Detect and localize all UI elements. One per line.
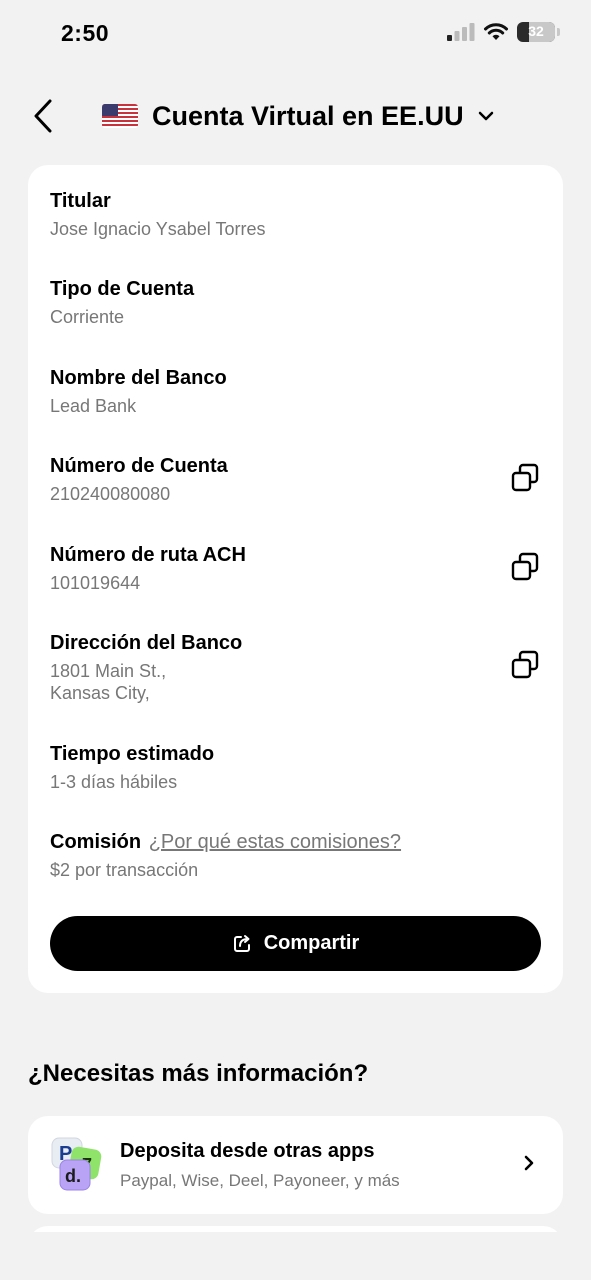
chevron-down-icon (478, 111, 493, 121)
field-label: Número de ruta ACH (50, 544, 246, 566)
field-value: 210240080080 (50, 484, 171, 504)
field-value: 1-3 días hábiles (50, 772, 178, 792)
battery-percentage: 32 (528, 23, 544, 39)
field-value: Corriente (50, 307, 125, 327)
chevron-right-icon (524, 1155, 534, 1171)
logo-letter: d. (65, 1166, 81, 1186)
commission-info-link[interactable]: ¿Por qué estas comisiones? (149, 831, 401, 853)
payment-apps-logo-icon: P 7 d. (51, 1137, 102, 1191)
share-icon (233, 934, 250, 952)
account-details-card: Titular Jose Ignacio Ysabel Torres Tipo … (28, 165, 563, 993)
battery-icon: 32 (517, 22, 560, 42)
field-label: Comisión ¿Por qué estas comisiones? (50, 829, 540, 855)
field-label: Dirección del Banco (50, 632, 243, 654)
back-button[interactable] (26, 96, 60, 136)
status-icons: 32 (447, 22, 560, 42)
copy-icon[interactable] (510, 650, 540, 680)
field-value: Jose Ignacio Ysabel Torres (50, 219, 266, 239)
field-value: 101019644 (50, 573, 141, 593)
field-label: Tiempo estimado (50, 743, 215, 765)
apps-item-title: Deposita desde otras apps (120, 1140, 375, 1162)
share-button[interactable]: Compartir (50, 916, 541, 971)
field-estimated-time: Tiempo estimado 1-3 días hábiles (50, 741, 540, 793)
field-value: Lead Bank (50, 396, 137, 416)
signal-icon (447, 23, 475, 41)
field-bank-name: Nombre del Banco Lead Bank (50, 365, 540, 417)
deposit-other-apps-item[interactable]: P 7 d. Deposita desde otras apps Paypal,… (28, 1116, 563, 1214)
field-label: Nombre del Banco (50, 367, 227, 389)
bottom-fade (0, 1232, 591, 1280)
page-title: Cuenta Virtual en EE.UU (152, 100, 464, 131)
field-ach-routing: Número de ruta ACH 101019644 (50, 542, 540, 594)
us-flag-icon (102, 104, 138, 128)
field-titular: Titular Jose Ignacio Ysabel Torres (50, 188, 540, 240)
status-time: 2:50 (61, 20, 110, 46)
header: Cuenta Virtual en EE.UU (0, 88, 591, 144)
field-label: Tipo de Cuenta (50, 278, 195, 300)
account-selector[interactable]: Cuenta Virtual en EE.UU (102, 96, 494, 136)
status-bar: 2:50 32 (0, 0, 591, 66)
field-label: Titular (50, 190, 111, 212)
chevron-left-icon (34, 99, 52, 133)
field-label: Número de Cuenta (50, 455, 228, 477)
field-account-type: Tipo de Cuenta Corriente (50, 276, 540, 328)
copy-icon[interactable] (510, 552, 540, 582)
copy-icon[interactable] (510, 463, 540, 493)
share-label: Compartir (263, 932, 360, 954)
field-bank-address: Dirección del Banco 1801 Main St., Kansa… (50, 630, 540, 704)
apps-item-subtitle: Paypal, Wise, Deel, Payoneer, y más (120, 1171, 400, 1190)
commission-label: Comisión (50, 831, 142, 853)
field-value: $2 por transacción (50, 860, 199, 880)
field-value-line1: 1801 Main St., (50, 661, 167, 681)
field-value-line2: Kansas City, (50, 683, 150, 703)
section-title: ¿Necesitas más información? (28, 1060, 369, 1087)
field-account-number: Número de Cuenta 210240080080 (50, 453, 540, 505)
wifi-icon (484, 23, 508, 40)
field-commission: Comisión ¿Por qué estas comisiones? $2 p… (50, 829, 540, 881)
